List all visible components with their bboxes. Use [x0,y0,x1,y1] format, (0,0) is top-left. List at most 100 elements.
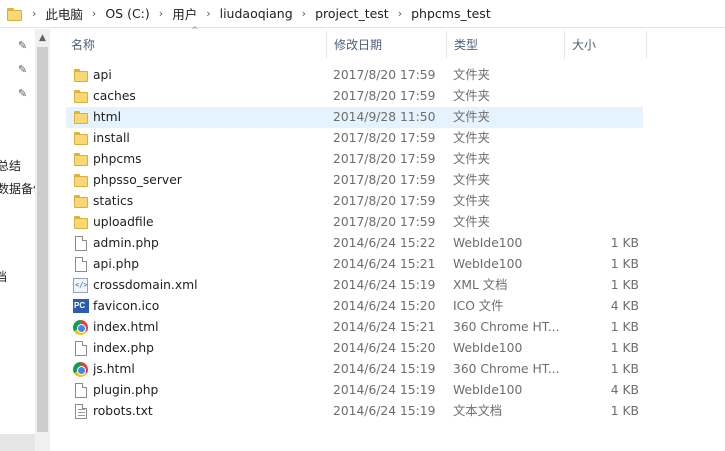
file-type: WebIde100 [453,341,523,355]
breadcrumb-item[interactable]: 此电脑 [45,4,83,23]
column-header-date[interactable]: 修改日期 [326,29,446,61]
nav-item[interactable]: 档 [0,268,7,285]
pin-icon[interactable]: ✎ [18,64,30,76]
file-name: uploadfile [93,215,154,229]
file-type: 文件夹 [453,110,490,124]
scrollbar-thumb[interactable] [37,47,48,432]
file-name: phpcms [93,152,142,166]
file-name: caches [93,89,136,103]
file-date: 2017/8/20 17:59 [333,173,436,187]
file-date: 2017/8/20 17:59 [333,194,436,208]
file-size: 1 KB [610,278,639,292]
file-row[interactable]: admin.php 2014/6/24 15:22 WebIde100 1 KB [66,233,643,254]
file-row[interactable]: api 2017/8/20 17:59 文件夹 [66,65,643,86]
column-headers: ^ 名称 修改日期 类型 大小 [63,26,725,61]
folder-icon [73,194,89,209]
file-name: phpsso_server [93,173,182,187]
file-row[interactable]: install 2017/8/20 17:59 文件夹 [66,128,643,149]
file-size: 1 KB [610,341,639,355]
file-name: crossdomain.xml [93,278,198,292]
column-header-type[interactable]: 类型 [446,29,564,61]
nav-horizontal-scrollbar[interactable] [0,434,35,451]
file-date: 2017/8/20 17:59 [333,152,436,166]
document-icon [75,236,87,251]
column-header-size[interactable]: 大小 [564,29,646,61]
pin-icon[interactable]: ✎ [18,88,30,100]
file-row[interactable]: plugin.php 2014/6/24 15:19 WebIde100 4 KB [66,380,643,401]
file-row[interactable]: uploadfile 2017/8/20 17:59 文件夹 [66,212,643,233]
address-bar[interactable]: › 此电脑 › OS (C:) › 用户 › liudaoqiang › pro… [0,0,725,28]
file-size [566,107,639,128]
file-size: 1 KB [610,362,639,376]
breadcrumb-item[interactable]: liudaoqiang [220,6,293,21]
file-row[interactable]: statics 2017/8/20 17:59 文件夹 [66,191,643,212]
chevron-right-icon[interactable]: › [302,7,306,20]
file-date: 2014/6/24 15:21 [333,320,436,334]
file-type: 文件夹 [453,131,490,145]
file-type: 文件夹 [453,215,490,229]
folder-icon [73,173,89,188]
file-row[interactable]: index.php 2014/6/24 15:20 WebIde100 1 KB [66,338,643,359]
file-date: 2014/6/24 15:19 [333,383,436,397]
file-row[interactable]: crossdomain.xml 2014/6/24 15:19 XML 文档 1 KB [66,275,643,296]
file-name: api [93,68,112,82]
scroll-up-arrow-icon[interactable]: ▲ [35,31,50,45]
document-icon [75,383,87,398]
file-type: XML 文档 [453,278,508,292]
chevron-right-icon[interactable]: › [159,7,163,20]
file-type: ICO 文件 [453,299,504,313]
file-size [566,128,639,149]
file-size: 4 KB [610,383,639,397]
file-row[interactable]: phpsso_server 2017/8/20 17:59 文件夹 [66,170,643,191]
file-row[interactable]: PC favicon.ico 2014/6/24 15:20 ICO 文件 4 KB [66,296,643,317]
file-type: 360 Chrome HT... [453,362,560,376]
ico-file-icon: PC [73,299,89,313]
file-name: robots.txt [93,404,153,418]
nav-scrollbar[interactable]: ▲ [35,29,50,451]
file-row[interactable]: caches 2017/8/20 17:59 文件夹 [66,86,643,107]
text-file-icon [75,404,87,419]
file-date: 2014/6/24 15:19 [333,404,436,418]
file-name: index.php [93,341,154,355]
file-name: admin.php [93,236,159,250]
column-header-name[interactable]: 名称 [63,29,326,61]
file-row[interactable]: html 2014/9/28 11:50 文件夹 [66,107,643,128]
file-type: 文件夹 [453,194,490,208]
breadcrumb-item[interactable]: project_test [315,6,389,21]
chevron-right-icon[interactable]: › [32,7,36,20]
file-size: 1 KB [610,404,639,418]
breadcrumb-item-current[interactable]: phpcms_test [411,6,491,21]
file-type: WebIde100 [453,236,523,250]
file-date: 2017/8/20 17:59 [333,215,436,229]
file-row[interactable]: api.php 2014/6/24 15:21 WebIde100 1 KB [66,254,643,275]
file-row[interactable]: phpcms 2017/8/20 17:59 文件夹 [66,149,643,170]
file-size [566,149,639,170]
file-row[interactable]: robots.txt 2014/6/24 15:19 文本文档 1 KB [66,401,643,422]
breadcrumb-item[interactable]: 用户 [172,4,197,23]
file-name: api.php [93,257,140,271]
breadcrumb-item[interactable]: OS (C:) [105,6,149,21]
file-type: 文件夹 [453,68,490,82]
file-size: 1 KB [610,320,639,334]
chrome-html-icon [73,320,88,335]
column-divider[interactable] [646,31,647,59]
file-row[interactable]: js.html 2014/6/24 15:19 360 Chrome HT... 1 … [66,359,643,380]
pin-icon[interactable]: ✎ [18,40,30,52]
breadcrumb: › 此电脑 › OS (C:) › 用户 › liudaoqiang › pro… [26,0,491,28]
chevron-right-icon[interactable]: › [92,7,96,20]
file-name: statics [93,194,134,208]
xml-file-icon [73,278,88,293]
file-type: 文本文档 [453,404,503,418]
file-type: 文件夹 [453,173,490,187]
chevron-right-icon[interactable]: › [206,7,210,20]
file-name: install [93,131,130,145]
nav-item[interactable]: 总结 [0,157,21,174]
chevron-right-icon[interactable]: › [398,7,402,20]
file-date: 2014/6/24 15:20 [333,299,436,313]
file-row[interactable]: index.html 2014/6/24 15:21 360 Chrome HT..… [66,317,643,338]
file-name: plugin.php [93,383,159,397]
file-size: 4 KB [610,299,639,313]
file-size [566,191,639,212]
file-size [566,86,639,107]
document-icon [75,257,87,272]
